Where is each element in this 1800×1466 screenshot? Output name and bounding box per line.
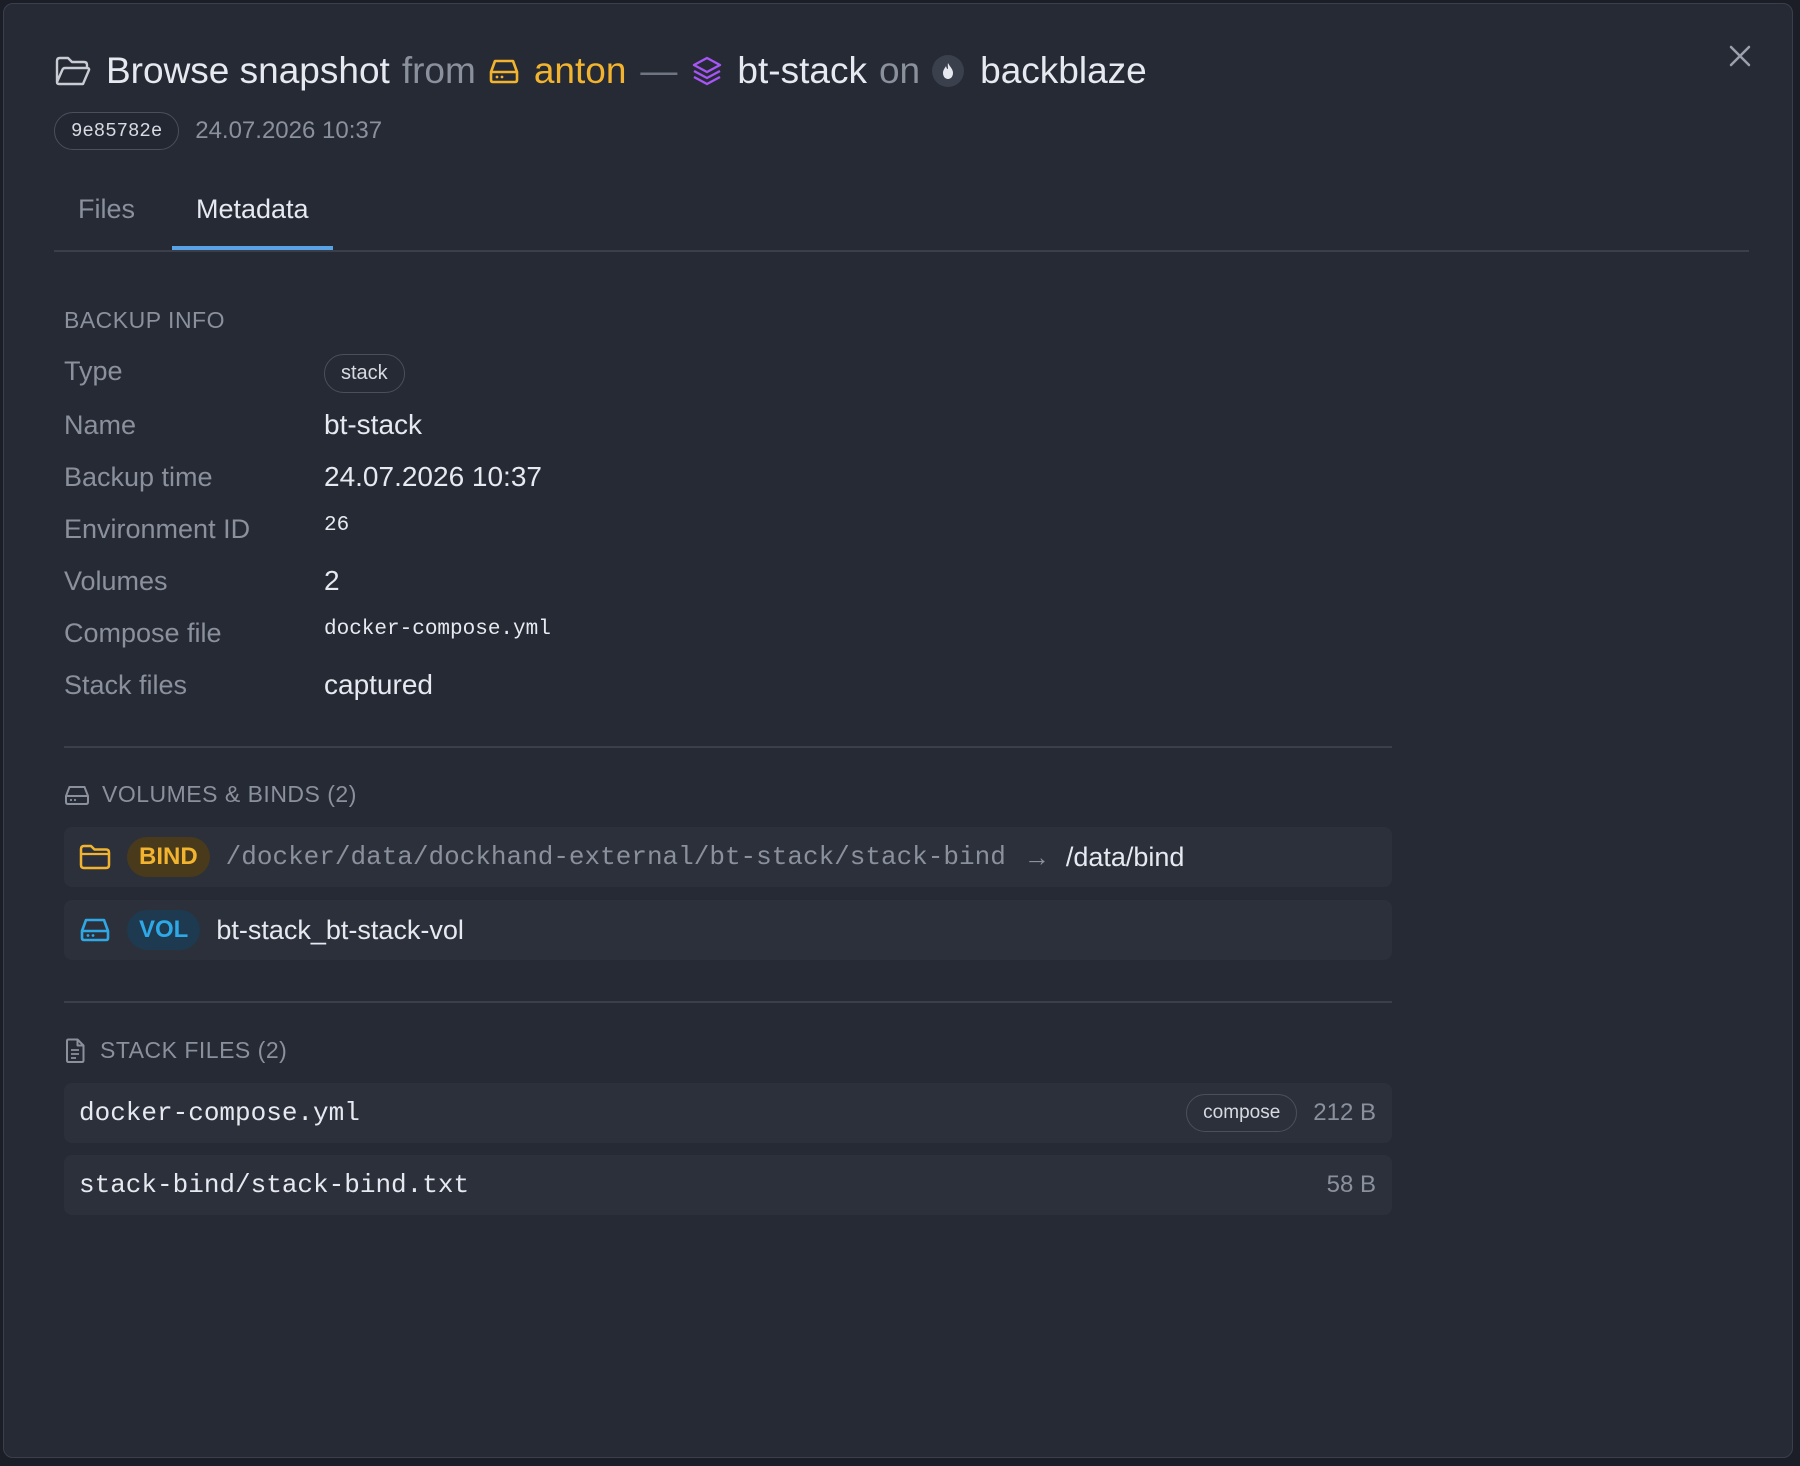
volume-badge: VOL: [127, 910, 201, 950]
drive-icon: [65, 785, 89, 805]
stack-files-value: captured: [324, 669, 433, 700]
stack-name: bt-stack: [737, 50, 867, 91]
backup-time-value: 24.07.2026 10:37: [324, 461, 542, 492]
volume-drive-icon: [79, 917, 111, 943]
bind-row: BIND /docker/data/dockhand-external/bt-s…: [64, 827, 1392, 887]
volumes-label: Volumes: [64, 566, 168, 596]
snapshot-hash-badge: 9e85782e: [54, 112, 180, 150]
flame-icon: [932, 55, 965, 87]
folder-open-icon: [54, 55, 92, 87]
stack-file-row[interactable]: docker-compose.yml compose 212 B: [64, 1083, 1392, 1143]
section-divider: [64, 1001, 1392, 1003]
snapshot-dialog: Browse snapshot from anton — bt-stack on…: [3, 3, 1793, 1458]
bind-destination-path: /data/bind: [1065, 841, 1185, 872]
dialog-title: Browse snapshot: [106, 50, 390, 91]
file-name: stack-bind/stack-bind.txt: [79, 1170, 470, 1200]
environment-id-label: Environment ID: [64, 514, 251, 544]
backup-info-heading: BACKUP INFO: [64, 307, 225, 333]
volumes-binds-title: VOLUMES & BINDS (2): [102, 781, 357, 807]
tab-bar: Files Metadata: [54, 180, 1749, 252]
bind-badge: BIND: [127, 837, 210, 877]
type-badge: stack: [324, 354, 405, 393]
compose-tag: compose: [1186, 1094, 1298, 1132]
stack-files-heading: STACK FILES (2): [64, 1037, 287, 1064]
compose-file-value: docker-compose.yml: [324, 618, 551, 641]
volume-row: VOL bt-stack_bt-stack-vol: [64, 900, 1392, 960]
arrow-right-icon: →: [1023, 841, 1050, 872]
compose-file-label: Compose file: [64, 618, 222, 648]
target-name: backblaze: [980, 50, 1147, 91]
volume-name: bt-stack_bt-stack-vol: [216, 914, 464, 945]
name-label: Name: [64, 410, 137, 440]
section-divider: [64, 746, 1392, 748]
file-name: docker-compose.yml: [79, 1098, 360, 1128]
tab-files[interactable]: Files: [54, 194, 159, 248]
backup-time-label: Backup time: [64, 462, 213, 492]
volumes-binds-heading: VOLUMES & BINDS (2): [64, 781, 357, 808]
stack-files-title: STACK FILES (2): [100, 1037, 288, 1063]
environment-name: anton: [533, 50, 627, 91]
stack-file-row[interactable]: stack-bind/stack-bind.txt 58 B: [64, 1155, 1392, 1215]
dialog-header: Browse snapshot from anton — bt-stack on…: [54, 50, 1147, 92]
file-text-icon: [66, 1038, 85, 1063]
layers-icon: [691, 55, 723, 87]
dash-separator: —: [640, 50, 678, 91]
volumes-value: 2: [324, 565, 340, 596]
name-value: bt-stack: [324, 409, 423, 440]
environment-id-value: 26: [324, 514, 350, 537]
tab-metadata[interactable]: Metadata: [172, 194, 333, 250]
snapshot-date: 24.07.2026 10:37: [195, 117, 383, 144]
snapshot-meta: 9e85782e 24.07.2026 10:37: [54, 112, 382, 150]
from-label: from: [401, 50, 476, 91]
server-drive-icon: [488, 58, 520, 84]
folder-icon: [79, 844, 111, 870]
file-size: 58 B: [1326, 1171, 1376, 1198]
file-size: 212 B: [1313, 1099, 1376, 1126]
type-label: Type: [64, 356, 123, 386]
close-icon: [1729, 45, 1751, 67]
bind-source-path: /docker/data/dockhand-external/bt-stack/…: [225, 842, 1006, 872]
stack-files-label: Stack files: [64, 670, 188, 700]
on-label: on: [878, 50, 921, 91]
close-button[interactable]: [1726, 42, 1754, 70]
